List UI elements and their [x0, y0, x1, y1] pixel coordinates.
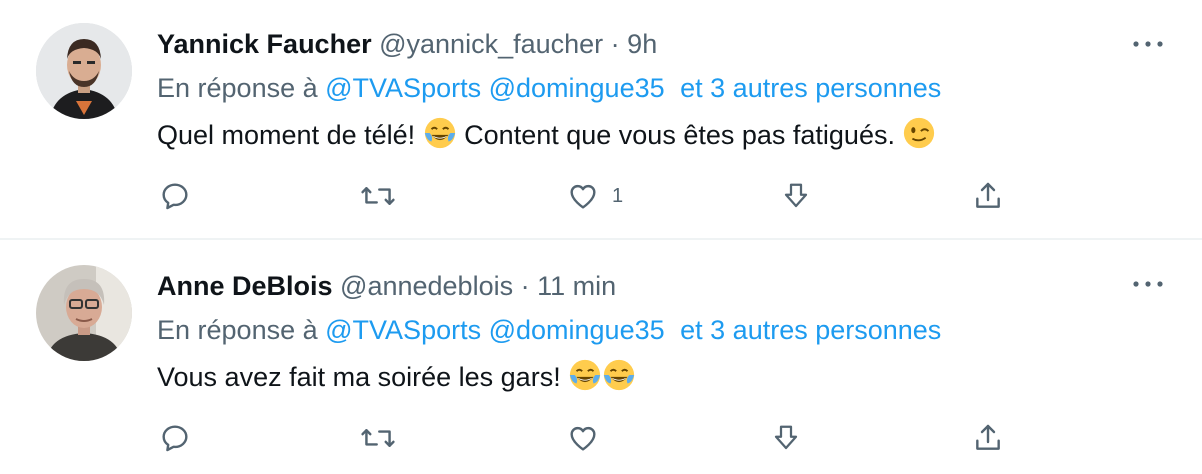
reply-context: En réponse à @TVASports @domingue35 et 3… [157, 72, 941, 104]
retweet-button[interactable] [360, 178, 396, 214]
tweet-text: Quel moment de télé! Content que vous êt… [157, 116, 936, 151]
tweet-actions: 1 [157, 178, 1017, 214]
retweet-button[interactable] [360, 420, 396, 456]
tweet-2[interactable]: Anne DeBlois @annedeblois · 11 min En ré… [0, 238, 1202, 474]
more-dots-icon [1133, 281, 1163, 287]
tweet-text-part1: Vous avez fait ma soirée les gars! [157, 362, 561, 392]
timestamp[interactable]: 9h [627, 29, 657, 59]
tears-of-joy-emoji [570, 359, 601, 391]
separator-dot: · [610, 29, 620, 59]
winking-face-emoji [904, 117, 935, 149]
tweet-1[interactable]: Yannick Faucher @yannick_faucher · 9h En… [0, 0, 1202, 238]
reply-prefix: En réponse à [157, 73, 318, 103]
reply-others-link[interactable]: et 3 autres personnes [680, 315, 941, 345]
tweet-text-part2: Content que vous êtes pas fatigués. [464, 120, 895, 150]
reply-prefix: En réponse à [157, 315, 318, 345]
like-count: 1 [612, 184, 624, 207]
tweet-text-part1: Quel moment de télé! [157, 120, 416, 150]
reply-button[interactable] [159, 178, 191, 214]
more-options-button[interactable] [1128, 30, 1168, 58]
share-button[interactable] [971, 178, 1005, 214]
heart-icon [570, 426, 596, 451]
like-button[interactable] [566, 420, 612, 456]
arrow-down-icon [784, 183, 808, 208]
tweet-actions [157, 420, 1017, 456]
reply-others-link[interactable]: et 3 autres personnes [680, 73, 941, 103]
reply-icon [162, 425, 188, 452]
reply-icon [162, 183, 188, 210]
share-icon [976, 424, 1000, 450]
reply-mentions-link[interactable]: @TVASports @domingue35 [325, 73, 664, 103]
download-button[interactable] [771, 420, 801, 456]
author-name[interactable]: Yannick Faucher [157, 29, 372, 59]
share-icon [976, 182, 1000, 208]
avatar[interactable] [36, 265, 132, 361]
author-handle[interactable]: @yannick_faucher [379, 29, 603, 59]
more-options-button[interactable] [1128, 270, 1168, 298]
timestamp[interactable]: 11 min [537, 271, 616, 301]
heart-icon [570, 184, 596, 209]
more-dots-icon [1133, 41, 1163, 47]
avatar[interactable] [36, 23, 132, 119]
reply-mentions-link[interactable]: @TVASports @domingue35 [325, 315, 664, 345]
tweet-text: Vous avez fait ma soirée les gars! [157, 358, 636, 393]
separator-dot: · [520, 271, 530, 301]
author-handle[interactable]: @annedeblois [340, 271, 513, 301]
tears-of-joy-emoji [604, 359, 635, 391]
tweet-header: Anne DeBlois @annedeblois · 11 min [157, 270, 616, 302]
author-name[interactable]: Anne DeBlois [157, 271, 333, 301]
reply-button[interactable] [159, 420, 191, 456]
retweet-icon [361, 429, 395, 447]
like-button[interactable]: 1 [566, 178, 623, 214]
tweet-header: Yannick Faucher @yannick_faucher · 9h [157, 28, 657, 60]
share-button[interactable] [971, 420, 1005, 456]
download-button[interactable] [781, 178, 811, 214]
arrow-down-icon [774, 425, 798, 450]
tears-of-joy-emoji [424, 117, 455, 149]
retweet-icon [361, 187, 395, 205]
reply-context: En réponse à @TVASports @domingue35 et 3… [157, 314, 941, 346]
